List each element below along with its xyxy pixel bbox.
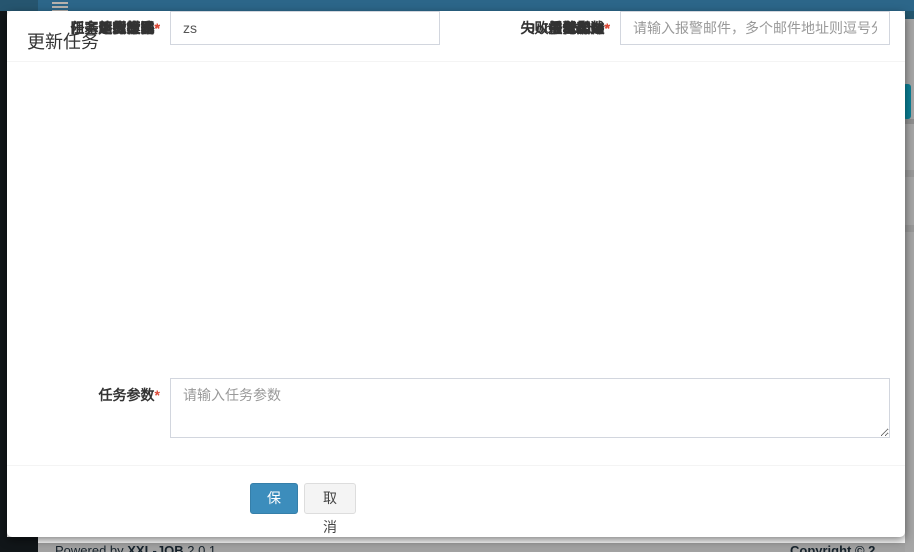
dimmed-row-band <box>905 170 914 177</box>
hamburger-menu-icon[interactable] <box>52 2 68 11</box>
update-task-modal: 更新任务 执行器* 示例执行器 ▼ 任务描述* 路由策略* 分片广播 ▼ Cro… <box>7 11 905 537</box>
modal-footer: 保存 取消 <box>7 465 905 537</box>
dimmed-header-fragment <box>905 11 914 19</box>
alarm-email-input[interactable] <box>620 11 890 45</box>
dimmed-sidebar-bottom <box>7 537 38 552</box>
required-star: * <box>155 20 160 36</box>
job-param-textarea[interactable] <box>170 378 890 438</box>
alarm-email-label: 报警邮件* <box>357 11 610 45</box>
cancel-button[interactable]: 取消 <box>304 483 356 514</box>
save-button[interactable]: 保存 <box>250 483 298 514</box>
copyright-text: Copyright © 2 <box>790 543 875 552</box>
required-star: * <box>605 20 610 36</box>
dimmed-row-band <box>905 225 914 232</box>
top-navbar <box>0 0 914 11</box>
page-footer: Powered by XXL-JOB 2.0.1 Copyright © 2 <box>38 543 905 552</box>
author-label: 负责人* <box>7 11 160 45</box>
job-param-label: 任务参数* <box>7 378 160 412</box>
navbar-logo-area <box>0 0 38 11</box>
powered-by-text: Powered by XXL-JOB 2.0.1 <box>55 543 216 552</box>
dimmed-row-band <box>905 119 914 124</box>
dimmed-sidebar-strip <box>0 11 7 552</box>
required-star: * <box>155 387 160 403</box>
